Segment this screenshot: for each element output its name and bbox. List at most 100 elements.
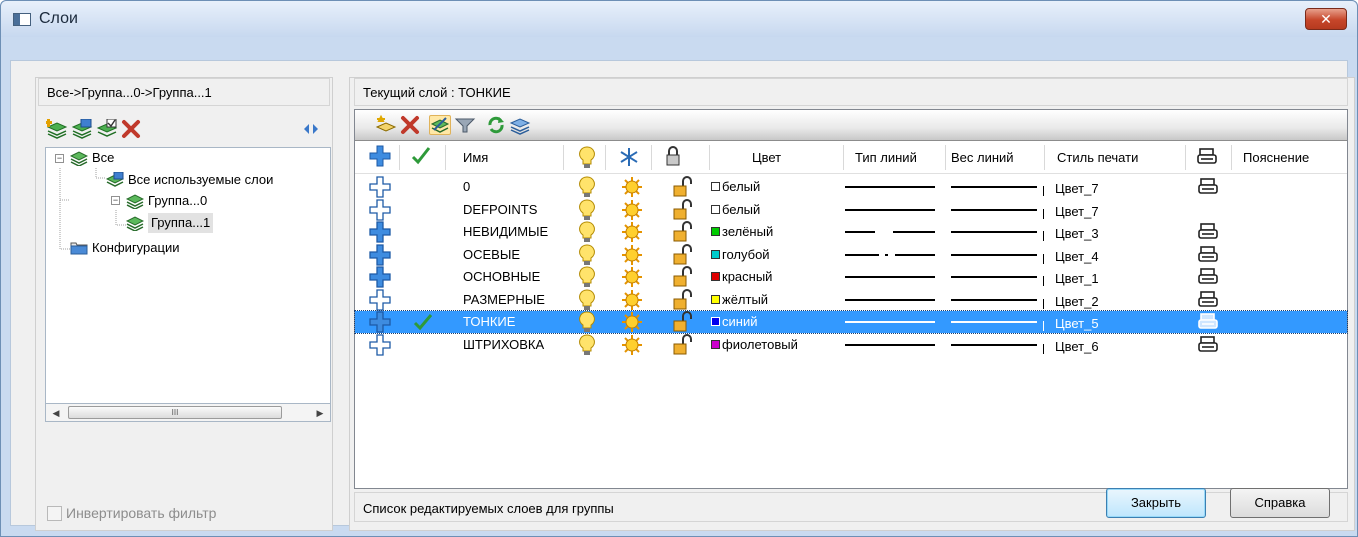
tree-collapse-all[interactable]: − xyxy=(55,154,64,163)
layer-states-icon[interactable] xyxy=(96,119,118,139)
layer-name[interactable]: ОСЕВЫЕ xyxy=(463,244,520,266)
freeze-column-icon[interactable] xyxy=(619,147,639,171)
collapse-panel-icon[interactable] xyxy=(300,119,322,139)
printer-icon[interactable] xyxy=(1198,290,1218,313)
layer-plotstyle[interactable]: Цвет_7 xyxy=(1055,178,1099,200)
column-color[interactable]: Цвет xyxy=(752,141,781,174)
bulb-on-icon[interactable] xyxy=(579,221,595,243)
layer-color[interactable]: белый xyxy=(711,176,760,198)
layer-name[interactable]: ОСНОВНЫЕ xyxy=(463,266,540,288)
bulb-on-icon[interactable] xyxy=(579,311,595,333)
layer-name[interactable]: DEFPOINTS xyxy=(463,199,537,221)
bulb-on-icon[interactable] xyxy=(579,243,595,266)
printer-icon[interactable] xyxy=(1198,335,1218,358)
layer-color[interactable]: красный xyxy=(711,266,772,288)
tree-horizontal-scrollbar[interactable]: ◀ III ▶ xyxy=(45,404,331,422)
close-button[interactable]: Закрыть xyxy=(1106,488,1206,518)
thaw-sun-icon[interactable] xyxy=(621,199,643,221)
layer-plotstyle[interactable]: Цвет_7 xyxy=(1055,201,1099,223)
layer-plotstyle[interactable]: Цвет_5 xyxy=(1055,313,1099,335)
plot-column-icon[interactable] xyxy=(1197,148,1217,168)
delete-filter-icon[interactable] xyxy=(120,119,142,139)
layer-filter-icon[interactable] xyxy=(454,115,476,135)
status-column-icon[interactable] xyxy=(369,145,391,169)
tree-node-group1[interactable]: Группа...1 xyxy=(126,213,214,233)
printer-icon[interactable] xyxy=(1198,268,1218,290)
unlock-icon[interactable] xyxy=(673,333,693,356)
thaw-sun-icon[interactable] xyxy=(621,334,643,356)
layer-lineweight[interactable] xyxy=(951,321,1037,323)
printer-icon[interactable] xyxy=(1198,178,1218,200)
thaw-sun-icon[interactable] xyxy=(621,266,643,288)
thaw-sun-icon[interactable] xyxy=(621,311,643,333)
layer-lineweight[interactable] xyxy=(951,276,1037,278)
layer-row[interactable]: ШТРИХОВКА фиолетовый Цвет_6 xyxy=(355,333,1347,358)
unlock-icon[interactable] xyxy=(673,288,693,311)
column-note[interactable]: Пояснение xyxy=(1243,141,1309,174)
printer-icon[interactable] xyxy=(1198,245,1218,268)
scroll-right-icon[interactable]: ▶ xyxy=(312,405,328,421)
layer-row[interactable]: ТОНКИЕ синий Цвет_5 xyxy=(354,310,1348,335)
tree-node-configurations[interactable]: Конфигурации xyxy=(70,238,179,258)
set-current-icon[interactable] xyxy=(429,115,451,135)
layer-settings-icon[interactable] xyxy=(509,115,531,135)
printer-icon[interactable] xyxy=(1198,223,1218,245)
close-window-button[interactable]: ✕ xyxy=(1305,8,1347,30)
column-lineweight[interactable]: Вес линий xyxy=(951,141,1014,174)
column-name[interactable]: Имя xyxy=(463,141,488,174)
layer-row[interactable]: ОСНОВНЫЕ красный Цвет_1 xyxy=(355,266,1347,288)
bulb-on-icon[interactable] xyxy=(579,198,595,221)
layer-row[interactable]: РАЗМЕРНЫЕ жёлтый Цвет_2 xyxy=(355,288,1347,313)
scroll-thumb[interactable]: III xyxy=(68,406,282,419)
layer-plotstyle[interactable]: Цвет_6 xyxy=(1055,336,1099,358)
unlock-icon[interactable] xyxy=(673,221,693,243)
unlock-icon[interactable] xyxy=(673,176,693,198)
new-property-filter-icon[interactable] xyxy=(71,119,93,139)
layer-row[interactable]: DEFPOINTS белый Цвет_7 xyxy=(355,198,1347,223)
refresh-icon[interactable] xyxy=(485,115,507,135)
column-linetype[interactable]: Тип линий xyxy=(855,141,917,174)
unlock-icon[interactable] xyxy=(673,198,693,221)
layer-lineweight[interactable] xyxy=(951,343,1037,346)
on-off-column-icon[interactable] xyxy=(579,146,595,170)
thaw-sun-icon[interactable] xyxy=(621,176,643,198)
layer-name[interactable]: НЕВИДИМЫЕ xyxy=(463,221,548,243)
unlock-icon[interactable] xyxy=(673,243,693,266)
thaw-sun-icon[interactable] xyxy=(621,221,643,243)
layer-color[interactable]: зелёный xyxy=(711,221,773,243)
layer-plotstyle[interactable]: Цвет_2 xyxy=(1055,291,1099,313)
bulb-on-icon[interactable] xyxy=(579,288,595,311)
current-column-icon[interactable] xyxy=(411,145,431,169)
scroll-left-icon[interactable]: ◀ xyxy=(48,405,64,421)
layer-color[interactable]: белый xyxy=(711,199,760,221)
tree-node-group0[interactable]: Группа...0 xyxy=(126,191,207,211)
layer-name[interactable]: 0 xyxy=(463,176,470,198)
bulb-on-icon[interactable] xyxy=(579,333,595,356)
layer-color[interactable]: голубой xyxy=(711,244,770,266)
layer-lineweight[interactable] xyxy=(951,298,1037,301)
printer-icon[interactable] xyxy=(1198,313,1218,335)
layer-row[interactable]: ОСЕВЫЕ голубой Цвет_4 xyxy=(355,243,1347,268)
column-plotstyle[interactable]: Стиль печати xyxy=(1057,141,1138,174)
layer-name[interactable]: РАЗМЕРНЫЕ xyxy=(463,289,545,311)
checkbox-box[interactable] xyxy=(47,506,62,521)
layer-lineweight[interactable] xyxy=(951,253,1037,256)
layer-name[interactable]: ТОНКИЕ xyxy=(463,311,515,333)
layer-lineweight[interactable] xyxy=(951,208,1037,211)
layer-row[interactable]: НЕВИДИМЫЕ зелёный Цвет_3 xyxy=(355,221,1347,243)
unlock-icon[interactable] xyxy=(673,311,693,333)
unlock-icon[interactable] xyxy=(673,266,693,288)
tree-collapse-group0[interactable]: − xyxy=(111,196,120,205)
new-group-filter-icon[interactable] xyxy=(46,119,68,139)
help-button[interactable]: Справка xyxy=(1230,488,1330,518)
bulb-on-icon[interactable] xyxy=(579,266,595,288)
invert-filter-checkbox[interactable]: Инвертировать фильтр xyxy=(47,503,216,523)
tree-node-used-layers[interactable]: Все используемые слои xyxy=(106,170,273,190)
layer-row[interactable]: 0 белый Цвет_7 xyxy=(355,176,1347,198)
thaw-sun-icon[interactable] xyxy=(621,289,643,311)
layer-plotstyle[interactable]: Цвет_4 xyxy=(1055,246,1099,268)
layer-color[interactable]: фиолетовый xyxy=(711,334,798,356)
thaw-sun-icon[interactable] xyxy=(621,244,643,266)
layer-lineweight[interactable] xyxy=(951,186,1037,188)
layer-name[interactable]: ШТРИХОВКА xyxy=(463,334,544,356)
